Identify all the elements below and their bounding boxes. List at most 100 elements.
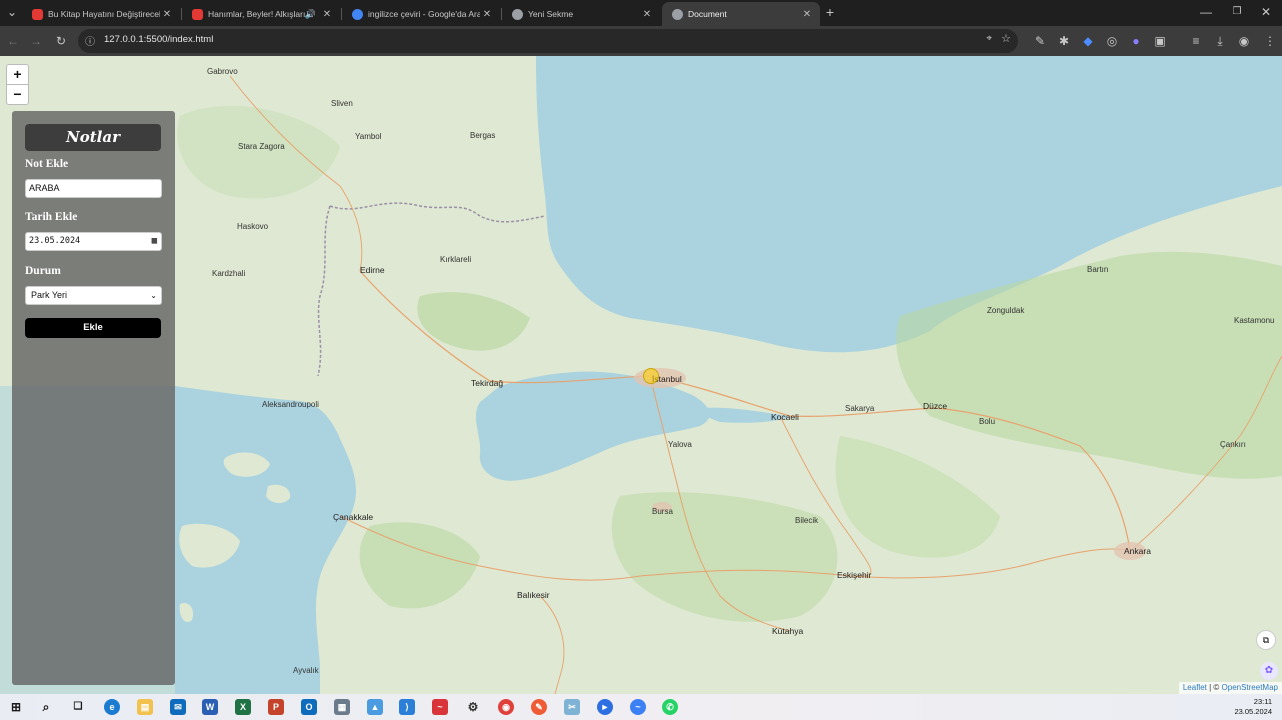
taskbar-clock[interactable]: 23:11 23.05.2024 [1234,697,1272,717]
leaflet-link[interactable]: Leaflet [1183,683,1207,692]
note-label: Not Ekle [25,158,69,170]
extension-icon[interactable]: ✱ [1056,33,1072,49]
status-select[interactable]: Park Yeri ⌄ [25,286,162,305]
date-input[interactable]: 23.05.2024 ▦ [25,232,162,251]
youtube-icon [32,8,43,20]
city-label-kastamonu: Kastamonu [1234,316,1275,325]
city-label-tekirdag: Tekirdağ [471,378,504,388]
excel-icon[interactable]: X [235,699,251,715]
menu-kebab-icon[interactable]: ⋮ [1262,33,1278,49]
new-tab-button[interactable]: + [822,4,838,20]
panel-title: Notlar [25,124,161,151]
add-note-button[interactable]: Ekle [25,318,161,338]
restore-icon[interactable]: ❐ [1229,4,1245,20]
chrome-icon [512,8,523,20]
city-label-eskisehir: Eskişehir [837,570,872,580]
tab-5-active[interactable]: Document ✕ [662,2,820,26]
city-label-haskovo: Haskovo [237,222,269,231]
powerpoint-icon[interactable]: P [268,699,284,715]
zoom-in-button[interactable]: + [6,64,29,85]
close-tab-icon[interactable]: ✕ [800,9,814,20]
city-label-gabrovo: Gabrovo [207,67,238,76]
word-icon[interactable]: W [202,699,218,715]
settings-gear-icon[interactable]: ⚙ [465,699,481,715]
vscode-icon[interactable]: ⟩ [399,699,415,715]
tab-search-icon[interactable]: ⌄ [4,4,20,20]
close-tab-icon[interactable]: ✕ [640,9,654,20]
osm-link[interactable]: OpenStreetMap [1222,683,1278,692]
map-view[interactable]: İstanbul Tekirdağ Edirne Kırklareli Çana… [0,56,1282,694]
globe-icon [672,8,683,20]
layers-icon[interactable]: ⧉ [1256,630,1276,650]
date-label: Tarih Ekle [25,211,78,223]
edge-icon[interactable]: e [104,699,120,715]
tab-4-title: Yeni Sekme [528,9,574,19]
note-input[interactable]: ARABA [25,179,162,198]
forward-icon[interactable]: → [28,33,44,49]
location-icon[interactable]: ⌖ [986,33,992,44]
city-label-bolu: Bolu [979,417,996,426]
tab-3[interactable]: ingilizce çeviri - Google'da Ara ✕ [342,2,500,26]
windows-taskbar: ⊞ ⌕ ❏ e ▤ ✉ W X P O ▦ ▲ ⟩ ~ ⚙ ◉ ✎ ✂ ► ~ … [0,694,1282,720]
extension-purple-icon[interactable]: ● [1128,33,1144,49]
city-label-ayvalik: Ayvalık [293,666,319,675]
zoom-out-button[interactable]: − [6,84,29,105]
app-orange-icon[interactable]: ✎ [531,699,547,715]
profile-avatar[interactable]: ◉ [1236,33,1252,49]
city-label-sliven: Sliven [331,99,353,108]
reload-icon[interactable]: ↻ [53,33,69,49]
eyedropper-icon[interactable]: ✎ [1032,33,1048,49]
outlook-icon[interactable]: O [301,699,317,715]
chrome-icon[interactable]: ◉ [498,699,514,715]
cursor-hand-icon [643,368,659,384]
url-text: 127.0.0.1:5500/index.html [104,34,214,45]
speaker-icon[interactable]: 🔊 [305,9,316,20]
city-label-canakkale: Çanakkale [333,512,374,522]
tab-5-title: Document [688,9,727,19]
download-icon[interactable]: ⤓ [1212,33,1228,49]
site-info-icon[interactable]: ⓘ [85,33,95,48]
close-tab-icon[interactable]: ✕ [160,9,174,20]
notes-panel: Notlar Not Ekle ARABA Tarih Ekle 23.05.2… [12,111,175,685]
city-label-balikesir: Balıkesir [517,590,550,600]
close-tab-icon[interactable]: ✕ [480,9,494,20]
app-snip-icon[interactable]: ✂ [564,699,580,715]
messenger-icon[interactable]: ~ [630,699,646,715]
drive-icon[interactable]: ▲ [367,699,383,715]
clock-time: 23:11 [1253,697,1272,706]
extensions-puzzle-icon[interactable]: ▣ [1152,33,1168,49]
date-value: 23.05.2024 [29,236,81,246]
tab-4[interactable]: Yeni Sekme ✕ [502,2,660,26]
file-explorer-icon[interactable]: ▤ [137,699,153,715]
minimize-icon[interactable]: — [1198,4,1214,20]
extension-circle-icon[interactable]: ◎ [1104,33,1120,49]
city-label-kocaeli: Kocaeli [771,412,799,422]
back-icon[interactable]: ← [5,33,21,49]
tab-strip: ⌄ Bu Kitap Hayatını Değiştirecek... ✕ Ha… [0,0,1282,26]
extension-blue-icon[interactable]: ◆ [1080,33,1096,49]
map-attribution: Leaflet | © OpenStreetMap [1178,682,1282,694]
calculator-icon[interactable]: ▦ [334,699,350,715]
calendar-icon[interactable]: ▦ [152,233,157,250]
app-blue-icon[interactable]: ► [597,699,613,715]
city-label-alexandroupoli: Aleksandroupoli [262,400,319,409]
tab-1[interactable]: Bu Kitap Hayatını Değiştirecek... ✕ [22,2,180,26]
close-tab-icon[interactable]: ✕ [320,9,334,20]
address-bar[interactable]: ⓘ 127.0.0.1:5500/index.html ⌖ ☆ [78,29,1018,53]
status-value: Park Yeri [31,290,68,300]
chevron-down-icon: ⌄ [150,291,157,300]
city-label-cankiri: Çankırı [1220,440,1246,449]
city-label-kardzhali: Kardzhali [212,269,246,278]
tab-2[interactable]: Hanımlar, Beyler! Alkışların... 🔊 ✕ [182,2,340,26]
app-red-icon[interactable]: ~ [432,699,448,715]
mail-icon[interactable]: ✉ [170,699,186,715]
close-window-icon[interactable]: ✕ [1258,4,1274,20]
search-icon[interactable]: ⌕ [38,699,54,715]
city-label-bilecik: Bilecik [795,516,819,525]
windows-start-icon[interactable]: ⊞ [8,699,24,715]
task-view-icon[interactable]: ❏ [70,699,86,715]
media-control-icon[interactable]: ≡ [1188,33,1204,49]
whatsapp-icon[interactable]: ✆ [662,699,678,715]
bookmark-star-icon[interactable]: ☆ [1001,32,1011,45]
assistant-icon[interactable]: ✿ [1260,662,1278,680]
